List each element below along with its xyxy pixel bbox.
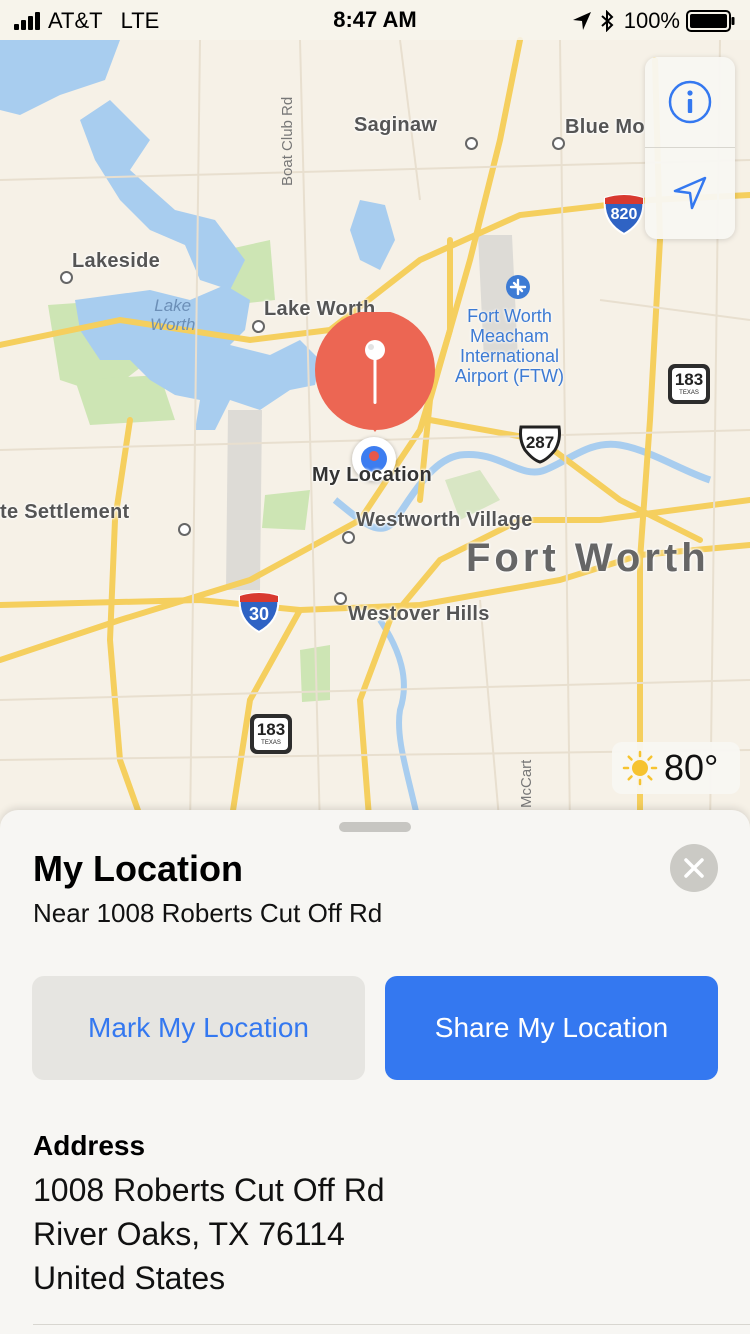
town-dot [60,271,73,284]
place-blue-mound: Blue Mo [565,116,645,138]
weather-temperature: 80° [664,747,719,788]
bluetooth-icon [601,10,614,32]
my-location-map-label: My Location [312,464,432,486]
town-dot [178,523,191,536]
status-bar: AT&T LTE 8:47 AM 100% [0,0,750,40]
place-westworth-village: Westworth Village [356,509,533,531]
place-settlement: te Settlement [0,501,130,523]
map-view[interactable]: Saginaw Blue Mo Lakeside Lake Worth te S… [0,0,750,830]
location-arrow-icon [673,176,707,210]
state-183-shield: 183 TEXAS [250,714,292,754]
tracking-button[interactable] [645,148,735,238]
battery-percentage: 100% [623,8,680,33]
town-dot [252,320,265,333]
town-dot [552,137,565,150]
place-fort-worth: Fort Worth [466,536,710,580]
share-my-location-button[interactable]: Share My Location [385,976,718,1080]
address-line: River Oaks, TX 76114 [33,1216,345,1252]
mark-my-location-button[interactable]: Mark My Location [32,976,365,1080]
place-westover-hills: Westover Hills [348,603,490,625]
info-icon [668,80,712,124]
weather-badge[interactable]: 80° [612,742,741,794]
card-subtitle: Near 1008 Roberts Cut Off Rd [33,898,383,928]
airport-label: Fort Worth Meacham International Airport… [455,306,564,386]
road-boat-club: Boat Club Rd [279,96,296,186]
airport-icon [506,275,530,299]
water-lake-worth: Lake Worth [150,296,196,334]
card-title: My Location [33,848,244,889]
town-dot [342,531,355,544]
divider [33,1324,750,1325]
road-mccart: McCart [518,759,535,808]
location-services-icon [572,12,591,30]
state-183-shield: 183 TEXAS [668,364,710,404]
us-287-shield: 287 [517,424,563,464]
address-line: 1008 Roberts Cut Off Rd [33,1172,385,1208]
interstate-820-shield: 820 [602,192,646,236]
address-line: United States [33,1260,226,1296]
address-heading: Address [33,1130,146,1161]
sun-icon [622,750,658,786]
town-dot [465,137,478,150]
info-button[interactable] [645,57,735,147]
close-button[interactable] [670,844,718,892]
sheet-grabber[interactable] [339,822,411,832]
place-lakeside: Lakeside [72,250,161,272]
map-controls [645,57,735,239]
close-icon [684,858,704,878]
place-saginaw: Saginaw [354,114,438,136]
battery-icon [686,10,735,32]
interstate-30-shield: 30 [237,590,281,634]
town-dot [334,592,347,605]
location-card: My Location Near 1008 Roberts Cut Off Rd… [0,810,750,1334]
